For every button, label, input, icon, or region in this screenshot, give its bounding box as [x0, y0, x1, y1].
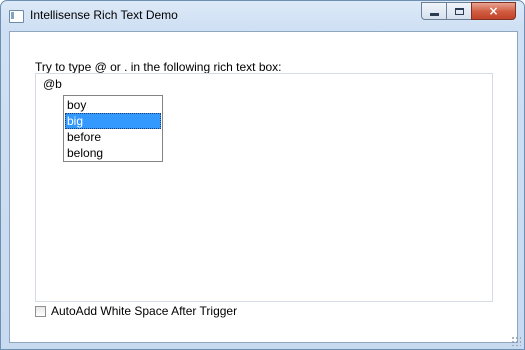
suggestion-item[interactable]: belong [65, 145, 161, 161]
maximize-button[interactable] [446, 2, 472, 20]
maximize-icon [454, 7, 464, 15]
rich-text-box[interactable]: @b boy big before belong [35, 73, 493, 302]
rich-text-content[interactable]: @b [43, 77, 62, 91]
instruction-label: Try to type @ or . in the following rich… [35, 60, 282, 74]
autoadd-checkbox-label[interactable]: AutoAdd White Space After Trigger [51, 304, 237, 318]
suggestion-item[interactable]: boy [65, 97, 161, 113]
client-area: Try to type @ or . in the following rich… [9, 31, 518, 343]
minimize-icon [429, 12, 439, 16]
resize-grip-icon[interactable] [511, 336, 521, 346]
title-bar[interactable]: Intellisense Rich Text Demo × [1, 1, 524, 31]
minimize-button[interactable] [421, 2, 447, 20]
suggestion-item-selected[interactable]: big [65, 113, 161, 129]
app-window-icon [9, 10, 24, 23]
app-window: Intellisense Rich Text Demo × Try to typ… [0, 0, 525, 350]
autoadd-checkbox-row[interactable]: AutoAdd White Space After Trigger [35, 304, 237, 318]
close-icon: × [488, 4, 499, 18]
window-title: Intellisense Rich Text Demo [30, 8, 178, 22]
suggestion-item[interactable]: before [65, 129, 161, 145]
close-button[interactable]: × [471, 2, 516, 20]
intellisense-popup[interactable]: boy big before belong [63, 95, 163, 162]
suggestion-list[interactable]: boy big before belong [64, 96, 162, 161]
autoadd-checkbox[interactable] [35, 305, 46, 317]
